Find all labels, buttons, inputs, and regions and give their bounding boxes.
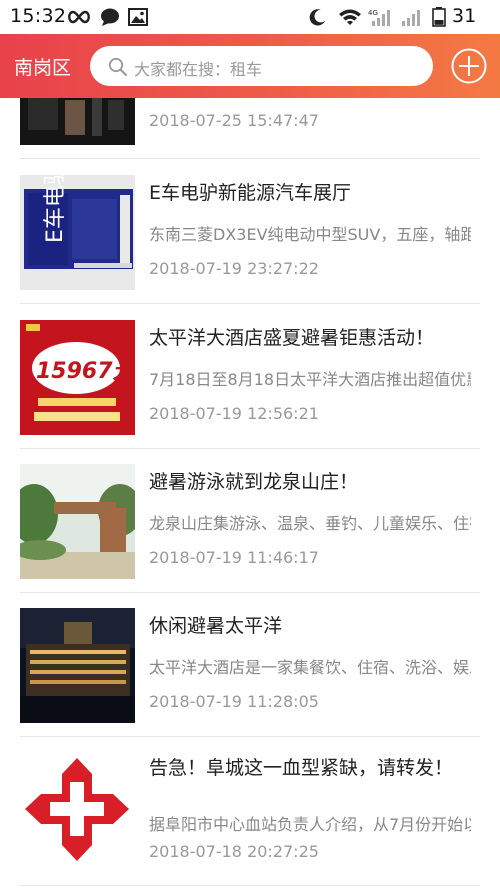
list-item[interactable]: 15967元 太平洋大酒店盛夏避暑钜惠活动！ 7月18日至8月18日太平洋大酒店… — [0, 304, 500, 449]
battery-level: 31 — [452, 5, 477, 27]
product-photo — [20, 98, 135, 145]
top-bar: 南岗区 大家都在搜：租车 — [0, 34, 500, 98]
gallery-icon — [128, 8, 148, 26]
chat-icon — [101, 8, 119, 26]
news-description: 7月18日至8月18日太平洋大酒店推出超值优惠 — [149, 370, 471, 389]
search-placeholder: 大家都在搜：租车 — [134, 60, 263, 79]
signal-4g-icon: 4G — [368, 9, 390, 26]
infinity-icon — [68, 10, 90, 24]
list-item[interactable]: 告急！阜城这一血型紧缺，请转发！ 据阜阳市中心血站负责人介绍，从7月份开始以来 … — [0, 736, 500, 888]
news-list: 2018-07-25 15:47:47 E车电驴 E车电驴新能源汽车展厅 东南三… — [0, 98, 500, 888]
red-cross-icon — [20, 752, 135, 867]
do-not-disturb-icon — [309, 9, 326, 26]
battery-icon — [432, 7, 446, 27]
news-date: 2018-07-25 15:47:47 — [149, 111, 319, 130]
news-description: 太平洋大酒店是一家集餐饮、住宿、洗浴、娱乐 — [149, 658, 471, 677]
news-title: 太平洋大酒店盛夏避暑钜惠活动！ — [149, 327, 435, 349]
news-description: 东南三菱DX3EV纯电动中型SUV，五座，轴距 — [149, 225, 471, 244]
hotel-night-photo — [20, 608, 135, 723]
list-item[interactable]: 休闲避暑太平洋 太平洋大酒店是一家集餐饮、住宿、洗浴、娱乐 2018-07-19… — [0, 592, 500, 737]
news-title: 休闲避暑太平洋 — [149, 615, 283, 637]
status-time: 15:32 — [10, 5, 67, 27]
news-date: 2018-07-19 11:46:17 — [149, 548, 319, 567]
signal-icon — [402, 10, 420, 26]
news-description: 据阜阳市中心血站负责人介绍，从7月份开始以来 — [149, 815, 471, 834]
list-item[interactable]: 2018-07-25 15:47:47 — [0, 98, 500, 159]
list-item[interactable]: E车电驴 E车电驴新能源汽车展厅 东南三菱DX3EV纯电动中型SUV，五座，轴距… — [0, 159, 500, 304]
search-icon — [108, 57, 127, 76]
news-title: 告急！阜城这一血型紧缺，请转发！ — [149, 757, 454, 779]
wifi-icon — [339, 9, 361, 25]
news-date: 2018-07-18 20:27:25 — [149, 842, 319, 861]
search-input[interactable]: 大家都在搜：租车 — [90, 46, 433, 86]
news-title: E车电驴新能源汽车展厅 — [149, 182, 352, 204]
resort-gate-photo — [20, 464, 135, 579]
news-date: 2018-07-19 11:28:05 — [149, 692, 319, 711]
district-selector[interactable]: 南岗区 — [14, 53, 71, 80]
svg-text:4G: 4G — [368, 9, 378, 17]
add-icon[interactable] — [450, 47, 488, 85]
svg-text:E车电驴: E车电驴 — [43, 175, 68, 243]
promo-card: 15967元 — [20, 320, 135, 435]
list-item[interactable]: 避暑游泳就到龙泉山庄！ 龙泉山庄集游泳、温泉、垂钓、儿童娱乐、住宿 2018-0… — [0, 448, 500, 593]
divider — [20, 885, 480, 886]
news-date: 2018-07-19 12:56:21 — [149, 404, 319, 423]
svg-text:15967元: 15967元 — [36, 359, 135, 384]
showroom-sign: E车电驴 — [20, 175, 135, 290]
news-description: 龙泉山庄集游泳、温泉、垂钓、儿童娱乐、住宿 — [149, 514, 471, 533]
news-date: 2018-07-19 23:27:22 — [149, 259, 319, 278]
news-title: 避暑游泳就到龙泉山庄！ — [149, 471, 359, 493]
status-bar: 15:32 4G 31 — [0, 0, 500, 34]
